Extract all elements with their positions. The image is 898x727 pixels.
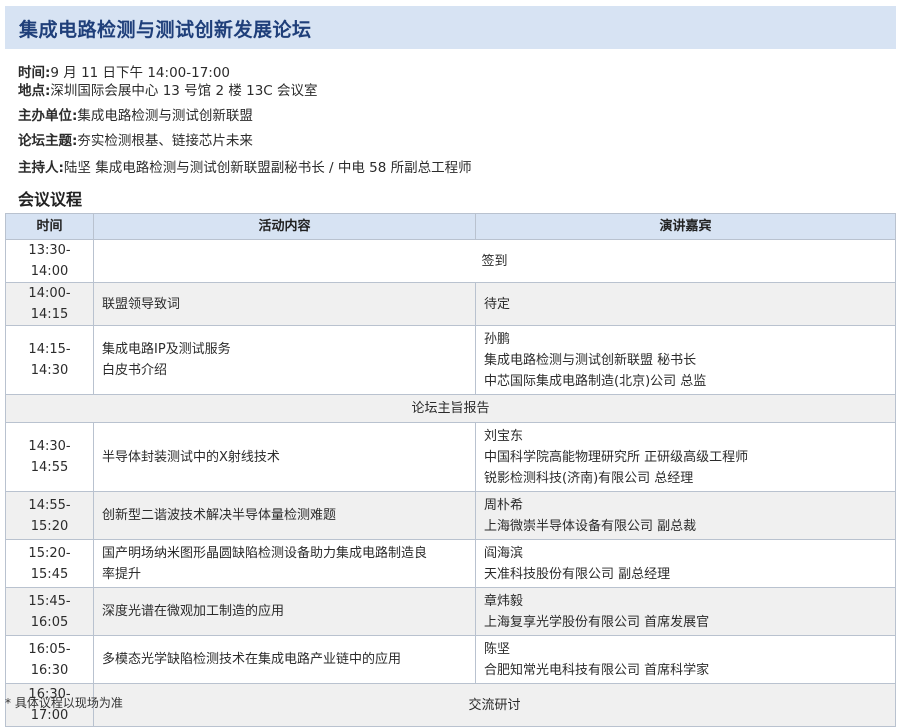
agenda-content: 创新型二谐波技术解决半导体量检测难题 (93, 491, 476, 540)
agenda-merged-activity: 交流研讨 (93, 683, 896, 727)
host-value: 陆坚 集成电路检测与测试创新联盟副秘书长 / 中电 58 所副总工程师 (63, 160, 472, 176)
agenda-body: 13:30-14:00 签到 14:00-14:15 联盟领导致词 待定 14:15-14… (5, 239, 896, 727)
agenda-time: 16:05-16:30 (5, 635, 94, 684)
footnote: * 具体议程以现场为准 (5, 696, 123, 710)
theme-line: 论坛主题:夯实检测根基、链接芯片未来 (18, 129, 253, 149)
agenda-row: 14:30-14:55 半导体封装测试中的X射线技术 刘宝东中国科学院高能物理研究所… (5, 422, 896, 492)
agenda-section-row: 论坛主旨报告 (5, 394, 896, 423)
agenda-content: 国产明场纳米图形晶圆缺陷检测设备助力集成电路制造良 率提升 (93, 539, 476, 588)
agenda-content: 集成电路IP及测试服务 白皮书介绍 (93, 325, 476, 395)
place-label: 地点: (18, 83, 51, 99)
agenda-time: 13:30-14:00 (5, 239, 94, 283)
agenda-table: 时间 活动内容 演讲嘉宾 13:30-14:00 签到 14:00-14:15 联盟领… (5, 213, 896, 727)
header-content: 活动内容 (93, 213, 476, 240)
agenda-row: 13:30-14:00 签到 (5, 239, 896, 283)
agenda-speaker: 周朴希上海微崇半导体设备有限公司 副总裁 (475, 491, 896, 540)
agenda-content: 多模态光学缺陷检测技术在集成电路产业链中的应用 (93, 635, 476, 684)
speaker-name: 刘宝东 (484, 428, 524, 444)
theme-value: 夯实检测根基、链接芯片未来 (77, 133, 253, 149)
content-line: 深度光谱在微观加工制造的应用 (102, 604, 285, 619)
content-line: 多模态光学缺陷检测技术在集成电路产业链中的应用 (102, 652, 402, 667)
agenda-time: 14:30-14:55 (5, 422, 94, 492)
content-line: 联盟领导致词 (102, 296, 181, 312)
speaker-name: 阎海滨 (484, 545, 524, 561)
speaker-line: 中芯国际集成电路制造(北京)公司 总监 (484, 373, 707, 389)
content-line: 创新型二谐波技术解决半导体量检测难题 (102, 508, 337, 523)
speaker-line: 上海微崇半导体设备有限公司 副总裁 (484, 518, 697, 534)
section-title: 论坛主旨报告 (5, 394, 896, 423)
title-banner: 集成电路检测与测试创新发展论坛 (5, 6, 896, 49)
speaker-name: 周朴希 (484, 497, 524, 513)
agenda-time: 15:20-15:45 (5, 539, 94, 588)
organizer-label: 主办单位: (18, 108, 78, 124)
agenda-speaker: 待定 (475, 282, 896, 326)
host-label: 主持人: (18, 160, 64, 176)
agenda-row: 14:00-14:15 联盟领导致词 待定 (5, 282, 896, 326)
agenda-row: 16:30-17:00 交流研讨 (5, 683, 896, 727)
speaker-line: 上海复享光学股份有限公司 首席发展官 (484, 614, 710, 630)
place-line: 地点:深圳国际会展中心 13 号馆 2 楼 13C 会议室 (18, 79, 318, 99)
agenda-merged-activity: 签到 (93, 239, 896, 283)
place-value: 深圳国际会展中心 13 号馆 2 楼 13C 会议室 (50, 83, 318, 99)
header-time: 时间 (5, 213, 94, 240)
agenda-time: 14:00-14:15 (5, 282, 94, 326)
speaker-line: 待定 (484, 296, 511, 312)
speaker-line: 合肥知常光电科技有限公司 首席科学家 (484, 662, 710, 678)
agenda-row: 14:15-14:30 集成电路IP及测试服务 白皮书介绍 孙鹏 集成电路检测与测试创新… (5, 325, 896, 395)
agenda-title: 会议议程 (18, 190, 83, 209)
agenda-row: 15:20-15:45 国产明场纳米图形晶圆缺陷检测设备助力集成电路制造良 率提升阎… (5, 539, 896, 588)
agenda-speaker: 陈坚合肥知常光电科技有限公司 首席科学家 (475, 635, 896, 684)
content-line: 白皮书介绍 (102, 363, 168, 378)
agenda-speaker: 章炜毅上海复享光学股份有限公司 首席发展官 (475, 587, 896, 636)
speaker-line: 中国科学院高能物理研究所 正研级高级工程师 (484, 449, 749, 465)
content-line: 集成电路IP及测试服务 (102, 342, 231, 357)
content-line: 率提升 (102, 566, 142, 582)
agenda-content: 深度光谱在微观加工制造的应用 (93, 587, 476, 636)
content-line: 半导体封装测试中的X射线技术 (102, 449, 280, 465)
organizer-line: 主办单位:集成电路检测与测试创新联盟 (18, 104, 253, 124)
agenda-content: 半导体封装测试中的X射线技术 (93, 422, 476, 492)
agenda-time: 15:45-16:05 (5, 587, 94, 636)
speaker-line: 天准科技股份有限公司 副总经理 (484, 566, 671, 582)
agenda-content: 联盟领导致词 (93, 282, 476, 326)
speaker-name: 陈坚 (484, 641, 511, 657)
speaker-line: 集成电路检测与测试创新联盟 秘书长 (484, 352, 697, 368)
page-title: 集成电路检测与测试创新发展论坛 (19, 19, 312, 41)
agenda-speaker: 阎海滨天准科技股份有限公司 副总经理 (475, 539, 896, 588)
content-line: 国产明场纳米图形晶圆缺陷检测设备助力集成电路制造良 (102, 545, 428, 561)
agenda-header-row: 时间 活动内容 演讲嘉宾 (5, 213, 896, 240)
agenda-speaker: 刘宝东中国科学院高能物理研究所 正研级高级工程师 锐影检测科技(济南)有限公司 总… (475, 422, 896, 492)
agenda-row: 16:05-16:30 多模态光学缺陷检测技术在集成电路产业链中的应用 陈坚合肥知常… (5, 635, 896, 684)
speaker-name: 孙鹏 (484, 331, 511, 347)
agenda-speaker: 孙鹏集成电路检测与测试创新联盟 秘书长 中芯国际集成电路制造(北京)公司 总监 (475, 325, 896, 395)
speaker-name: 章炜毅 (484, 593, 524, 609)
agenda-time: 14:55-15:20 (5, 491, 94, 540)
agenda-row: 15:45-16:05 深度光谱在微观加工制造的应用 章炜毅上海复享光学股份有限公司… (5, 587, 896, 636)
agenda-time: 14:15-14:30 (5, 325, 94, 395)
agenda-row: 14:55-15:20 创新型二谐波技术解决半导体量检测难题 周朴希上海微崇半导体设… (5, 491, 896, 540)
host-line: 主持人:陆坚 集成电路检测与测试创新联盟副秘书长 / 中电 58 所副总工程师 (18, 156, 472, 176)
organizer-value: 集成电路检测与测试创新联盟 (77, 108, 253, 124)
time-line: 时间:9 月 11 日下午 14:00-17:00 (18, 61, 230, 81)
theme-label: 论坛主题: (18, 133, 78, 149)
speaker-line: 锐影检测科技(济南)有限公司 总经理 (484, 470, 694, 486)
header-speaker: 演讲嘉宾 (475, 213, 896, 240)
